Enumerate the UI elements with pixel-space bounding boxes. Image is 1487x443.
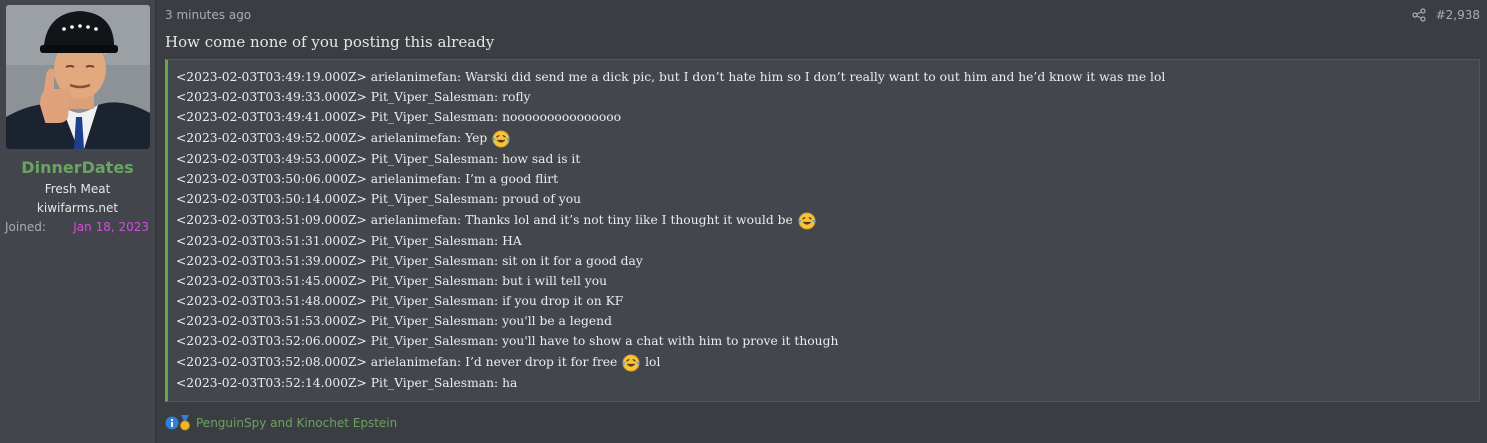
user-sidebar: DinnerDates Fresh Meat kiwifarms.net Joi… bbox=[0, 0, 156, 443]
rofl-emoji-icon bbox=[622, 353, 641, 372]
joined-date: Jan 18, 2023 bbox=[73, 220, 149, 234]
quote-line-text: <2023-02-03T03:49:53.000Z> Pit_Viper_Sal… bbox=[176, 152, 581, 166]
quote-line-text: <2023-02-03T03:52:14.000Z> Pit_Viper_Sal… bbox=[176, 376, 518, 390]
quote-line: <2023-02-03T03:52:06.000Z> Pit_Viper_Sal… bbox=[176, 331, 1471, 351]
quote-line: <2023-02-03T03:51:09.000Z> arielanimefan… bbox=[176, 209, 1471, 231]
quote-line-text: <2023-02-03T03:49:52.000Z> arielanimefan… bbox=[176, 131, 488, 145]
quote-line-suffix: lol bbox=[641, 355, 661, 369]
reactions-users[interactable]: PenguinSpy and Kinochet Epstein bbox=[196, 416, 397, 430]
post-number[interactable]: #2,938 bbox=[1436, 8, 1480, 22]
quote-line: <2023-02-03T03:51:31.000Z> Pit_Viper_Sal… bbox=[176, 231, 1471, 251]
quote-line: <2023-02-03T03:52:08.000Z> arielanimefan… bbox=[176, 351, 1471, 373]
quote-line: <2023-02-03T03:51:48.000Z> Pit_Viper_Sal… bbox=[176, 291, 1471, 311]
quote-line-text: <2023-02-03T03:51:45.000Z> Pit_Viper_Sal… bbox=[176, 274, 608, 288]
quote-line: <2023-02-03T03:51:39.000Z> Pit_Viper_Sal… bbox=[176, 251, 1471, 271]
user-banner: kiwifarms.net bbox=[36, 201, 119, 215]
quote-line-text: <2023-02-03T03:49:33.000Z> Pit_Viper_Sal… bbox=[176, 90, 531, 104]
quote-line-text: <2023-02-03T03:50:14.000Z> Pit_Viper_Sal… bbox=[176, 192, 582, 206]
reactions-bar[interactable]: PenguinSpy and Kinochet Epstein bbox=[165, 415, 397, 431]
quote-line-text: <2023-02-03T03:49:19.000Z> arielanimefan… bbox=[176, 70, 1166, 84]
quote-line-text: <2023-02-03T03:51:48.000Z> Pit_Viper_Sal… bbox=[176, 294, 624, 308]
quote-line-text: <2023-02-03T03:49:41.000Z> Pit_Viper_Sal… bbox=[176, 110, 622, 124]
share-icon[interactable] bbox=[1411, 8, 1426, 22]
quote-line-text: <2023-02-03T03:51:31.000Z> Pit_Viper_Sal… bbox=[176, 234, 522, 248]
quote-line: <2023-02-03T03:49:19.000Z> arielanimefan… bbox=[176, 67, 1471, 87]
post-lead-text: How come none of you posting this alread… bbox=[165, 33, 495, 51]
rofl-emoji-icon bbox=[797, 211, 816, 230]
medal-icon bbox=[180, 415, 190, 431]
quote-line: <2023-02-03T03:50:14.000Z> Pit_Viper_Sal… bbox=[176, 189, 1471, 209]
post-meta: 3 minutes ago #2,938 bbox=[165, 7, 1480, 23]
quote-line: <2023-02-03T03:52:14.000Z> Pit_Viper_Sal… bbox=[176, 373, 1471, 393]
quote-line: <2023-02-03T03:49:52.000Z> arielanimefan… bbox=[176, 127, 1471, 149]
post: DinnerDates Fresh Meat kiwifarms.net Joi… bbox=[0, 0, 1487, 443]
quote-line: <2023-02-03T03:51:45.000Z> Pit_Viper_Sal… bbox=[176, 271, 1471, 291]
joined-row: Joined: Jan 18, 2023 bbox=[5, 220, 149, 234]
user-title: Fresh Meat bbox=[44, 182, 111, 196]
quote-line: <2023-02-03T03:49:33.000Z> Pit_Viper_Sal… bbox=[176, 87, 1471, 107]
quote-line: <2023-02-03T03:49:53.000Z> Pit_Viper_Sal… bbox=[176, 149, 1471, 169]
quote-line: <2023-02-03T03:50:06.000Z> arielanimefan… bbox=[176, 169, 1471, 189]
post-main: 3 minutes ago #2,938 How come none of yo… bbox=[156, 0, 1487, 443]
rofl-emoji-icon bbox=[492, 129, 511, 148]
username[interactable]: DinnerDates bbox=[0, 158, 155, 177]
reaction-icons bbox=[165, 415, 191, 431]
quote-line-text: <2023-02-03T03:52:08.000Z> arielanimefan… bbox=[176, 355, 618, 369]
avatar[interactable] bbox=[5, 5, 150, 149]
quote-block: <2023-02-03T03:49:19.000Z> arielanimefan… bbox=[165, 59, 1480, 402]
quote-line-text: <2023-02-03T03:51:39.000Z> Pit_Viper_Sal… bbox=[176, 254, 643, 268]
quote-line-text: <2023-02-03T03:51:53.000Z> Pit_Viper_Sal… bbox=[176, 314, 612, 328]
quote-line-text: <2023-02-03T03:50:06.000Z> arielanimefan… bbox=[176, 172, 559, 186]
joined-label: Joined: bbox=[5, 220, 46, 234]
quote-line-text: <2023-02-03T03:51:09.000Z> arielanimefan… bbox=[176, 213, 793, 227]
avatar-image bbox=[5, 5, 150, 149]
quote-line: <2023-02-03T03:49:41.000Z> Pit_Viper_Sal… bbox=[176, 107, 1471, 127]
post-time[interactable]: 3 minutes ago bbox=[165, 8, 251, 22]
informative-icon bbox=[165, 416, 179, 430]
post-actions: #2,938 bbox=[1411, 8, 1480, 22]
quote-line: <2023-02-03T03:51:53.000Z> Pit_Viper_Sal… bbox=[176, 311, 1471, 331]
quote-line-text: <2023-02-03T03:52:06.000Z> Pit_Viper_Sal… bbox=[176, 334, 839, 348]
